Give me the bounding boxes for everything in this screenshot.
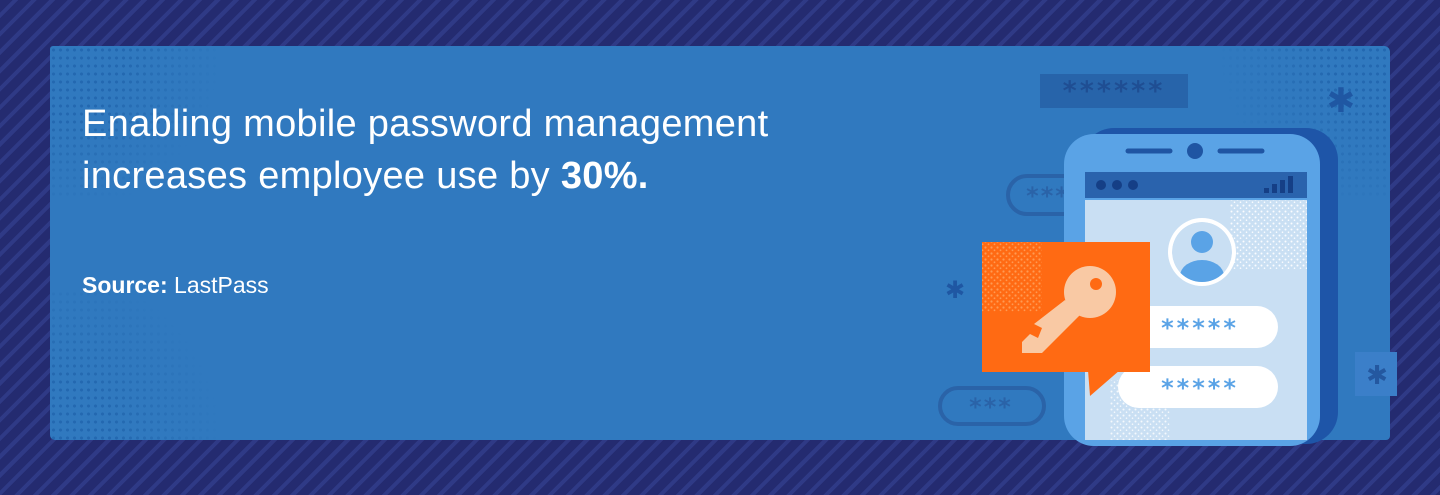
password-mask-bottom: *** (969, 393, 1013, 421)
password-field-2: ***** (1118, 366, 1278, 408)
banner: Enabling mobile password management incr… (0, 0, 1440, 495)
password-field-top: ****** (1040, 74, 1188, 108)
password-pill-bottom: *** (938, 386, 1046, 426)
password-mask-2: ***** (1161, 374, 1239, 402)
asterisk-icon: ✱ (945, 276, 965, 304)
password-mask-top: ****** (1063, 76, 1166, 107)
asterisk-icon: ✱ (1366, 361, 1388, 391)
password-illustration: ****** ✱ ✱ *** ✱ ***** ***** *** (938, 74, 1397, 446)
password-mask-left: *** (1026, 182, 1070, 210)
password-mask-1: ***** (1161, 314, 1239, 342)
asterisk-icon: ✱ (1327, 81, 1356, 121)
